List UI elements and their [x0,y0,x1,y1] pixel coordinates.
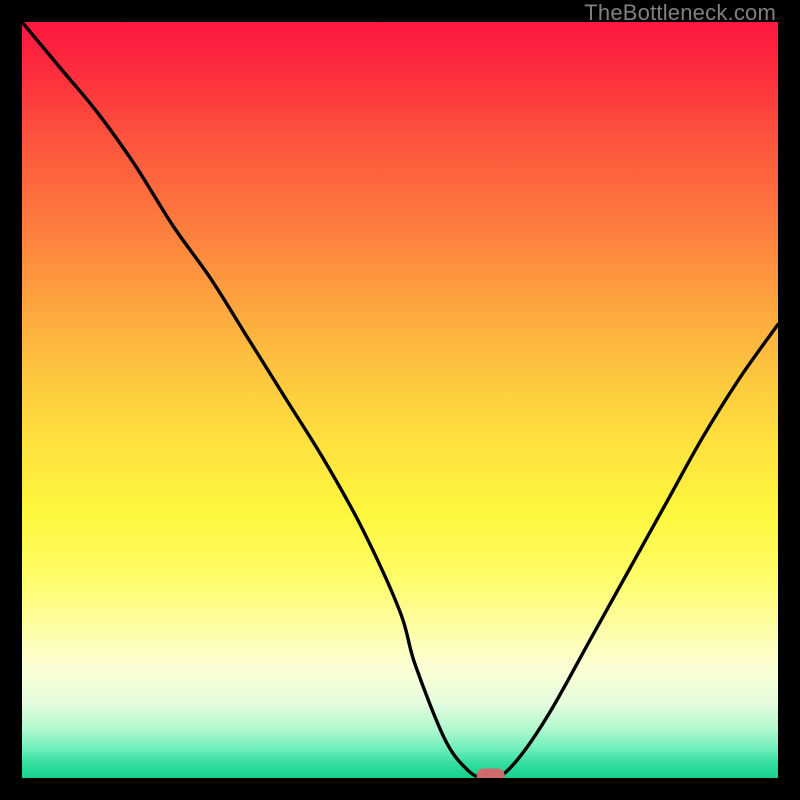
plot-area [22,22,778,778]
optimal-point-marker [477,769,505,779]
chart-frame: TheBottleneck.com [0,0,800,800]
curve-layer [22,22,778,778]
bottleneck-curve [22,22,778,778]
watermark-text: TheBottleneck.com [584,0,776,26]
